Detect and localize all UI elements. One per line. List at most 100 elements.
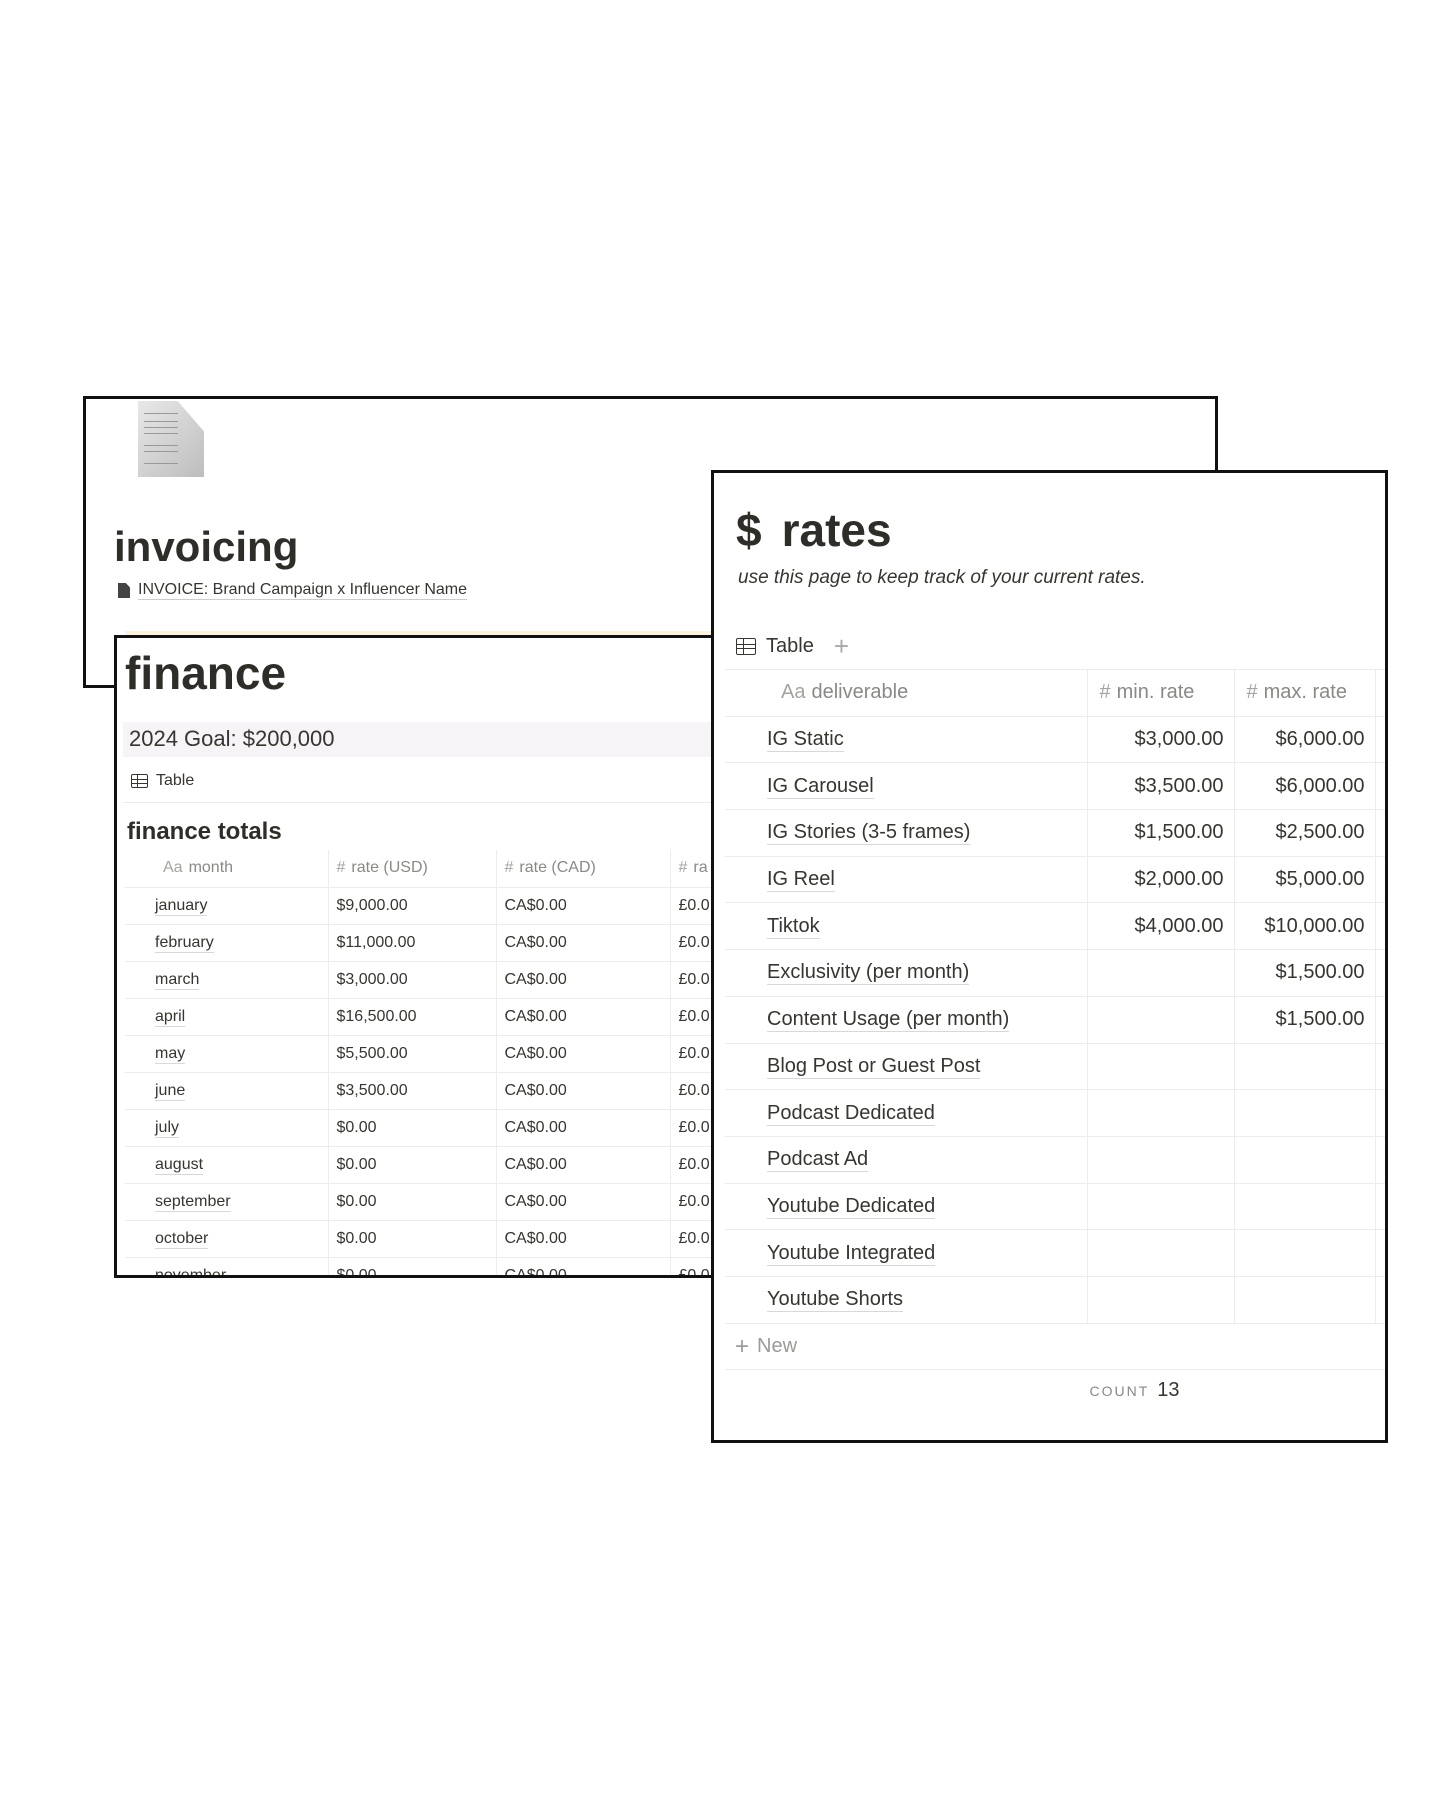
cad-cell[interactable]: CA$0.00 bbox=[495, 998, 670, 1036]
max-rate-cell[interactable]: $2,500.00 bbox=[1233, 809, 1375, 857]
column-header-month[interactable]: Aa month bbox=[125, 850, 328, 888]
usd-cell[interactable]: $16,500.00 bbox=[327, 998, 496, 1036]
month-cell[interactable]: september bbox=[125, 1183, 328, 1221]
usd-cell[interactable]: $11,000.00 bbox=[327, 924, 496, 962]
min-rate-cell[interactable] bbox=[1086, 1089, 1234, 1137]
usd-cell[interactable]: $0.00 bbox=[327, 1257, 496, 1275]
max-rate-cell[interactable] bbox=[1233, 1183, 1375, 1231]
cad-cell[interactable]: CA$0.00 bbox=[495, 1072, 670, 1110]
table-row[interactable]: january $9,000.00 CA$0.00 £0.0 bbox=[125, 887, 711, 925]
deliverable-cell[interactable]: Youtube Shorts bbox=[725, 1276, 1087, 1324]
cad-cell[interactable]: CA$0.00 bbox=[495, 1146, 670, 1184]
deliverable-cell[interactable]: Youtube Dedicated bbox=[725, 1183, 1087, 1231]
deliverable-cell[interactable]: Podcast Dedicated bbox=[725, 1089, 1087, 1137]
add-view-button[interactable]: + bbox=[834, 631, 849, 662]
month-cell[interactable]: april bbox=[125, 998, 328, 1036]
min-rate-cell[interactable] bbox=[1086, 1229, 1234, 1277]
gbp-cell[interactable]: £0.0 bbox=[669, 1109, 711, 1147]
usd-cell[interactable]: $0.00 bbox=[327, 1109, 496, 1147]
usd-cell[interactable]: $3,000.00 bbox=[327, 961, 496, 999]
table-row[interactable]: november $0.00 CA$0.00 £0.0 bbox=[125, 1257, 711, 1275]
table-row[interactable]: Content Usage (per month) $1,500.00 bbox=[725, 996, 1385, 1044]
column-header-max-rate[interactable]: # max. rate bbox=[1233, 669, 1375, 717]
usd-cell[interactable]: $9,000.00 bbox=[327, 887, 496, 925]
gbp-cell[interactable]: £0.0 bbox=[669, 887, 711, 925]
usd-cell[interactable]: $0.00 bbox=[327, 1146, 496, 1184]
count-footer[interactable]: COUNT 13 bbox=[714, 1379, 1385, 1402]
cad-cell[interactable]: CA$0.00 bbox=[495, 1035, 670, 1073]
table-row[interactable]: IG Static $3,000.00 $6,000.00 bbox=[725, 716, 1385, 764]
min-rate-cell[interactable]: $3,500.00 bbox=[1086, 762, 1234, 811]
min-rate-cell[interactable]: $2,000.00 bbox=[1086, 856, 1234, 904]
gbp-cell[interactable]: £0.0 bbox=[669, 1183, 711, 1221]
cad-cell[interactable]: CA$0.00 bbox=[495, 961, 670, 999]
deliverable-cell[interactable]: Blog Post or Guest Post bbox=[725, 1043, 1087, 1091]
deliverable-cell[interactable]: Exclusivity (per month) bbox=[725, 949, 1087, 997]
table-row[interactable]: Podcast Ad bbox=[725, 1136, 1385, 1184]
table-row[interactable]: IG Carousel $3,500.00 $6,000.00 bbox=[725, 762, 1385, 811]
min-rate-cell[interactable] bbox=[1086, 949, 1234, 997]
table-row[interactable]: march $3,000.00 CA$0.00 £0.0 bbox=[125, 961, 711, 999]
gbp-cell[interactable]: £0.0 bbox=[669, 1146, 711, 1184]
table-row[interactable]: Tiktok $4,000.00 $10,000.00 bbox=[725, 902, 1385, 951]
gbp-cell[interactable]: £0.0 bbox=[669, 1257, 711, 1275]
usd-cell[interactable]: $3,500.00 bbox=[327, 1072, 496, 1110]
min-rate-cell[interactable]: $3,000.00 bbox=[1086, 716, 1234, 764]
max-rate-cell[interactable] bbox=[1233, 1229, 1375, 1277]
min-rate-cell[interactable] bbox=[1086, 1136, 1234, 1184]
min-rate-cell[interactable]: $4,000.00 bbox=[1086, 902, 1234, 951]
deliverable-cell[interactable]: IG Stories (3-5 frames) bbox=[725, 809, 1087, 857]
month-cell[interactable]: february bbox=[125, 924, 328, 962]
table-row[interactable]: august $0.00 CA$0.00 £0.0 bbox=[125, 1146, 711, 1184]
cad-cell[interactable]: CA$0.00 bbox=[495, 1257, 670, 1275]
table-row[interactable]: Youtube Shorts bbox=[725, 1276, 1385, 1324]
min-rate-cell[interactable] bbox=[1086, 1183, 1234, 1231]
max-rate-cell[interactable]: $10,000.00 bbox=[1233, 902, 1375, 951]
table-row[interactable]: october $0.00 CA$0.00 £0.0 bbox=[125, 1220, 711, 1258]
cad-cell[interactable]: CA$0.00 bbox=[495, 1183, 670, 1221]
table-row[interactable]: IG Reel $2,000.00 $5,000.00 bbox=[725, 856, 1385, 904]
cad-cell[interactable]: CA$0.00 bbox=[495, 924, 670, 962]
usd-cell[interactable]: $0.00 bbox=[327, 1220, 496, 1258]
month-cell[interactable]: june bbox=[125, 1072, 328, 1110]
table-row[interactable]: may $5,500.00 CA$0.00 £0.0 bbox=[125, 1035, 711, 1073]
deliverable-cell[interactable]: IG Reel bbox=[725, 856, 1087, 904]
deliverable-cell[interactable]: Youtube Integrated bbox=[725, 1229, 1087, 1277]
deliverable-cell[interactable]: Content Usage (per month) bbox=[725, 996, 1087, 1044]
max-rate-cell[interactable] bbox=[1233, 1276, 1375, 1324]
max-rate-cell[interactable]: $5,000.00 bbox=[1233, 856, 1375, 904]
table-row[interactable]: Podcast Dedicated bbox=[725, 1089, 1385, 1137]
cad-cell[interactable]: CA$0.00 bbox=[495, 887, 670, 925]
column-header-gbp[interactable]: # ra bbox=[669, 850, 711, 888]
deliverable-cell[interactable]: IG Carousel bbox=[725, 762, 1087, 811]
month-cell[interactable]: august bbox=[125, 1146, 328, 1184]
gbp-cell[interactable]: £0.0 bbox=[669, 924, 711, 962]
min-rate-cell[interactable]: $1,500.00 bbox=[1086, 809, 1234, 857]
month-cell[interactable]: november bbox=[125, 1257, 328, 1275]
max-rate-cell[interactable]: $6,000.00 bbox=[1233, 762, 1375, 811]
deliverable-cell[interactable]: Tiktok bbox=[725, 902, 1087, 951]
deliverable-cell[interactable]: Podcast Ad bbox=[725, 1136, 1087, 1184]
month-cell[interactable]: october bbox=[125, 1220, 328, 1258]
tab-table[interactable]: Table + bbox=[736, 631, 849, 662]
min-rate-cell[interactable] bbox=[1086, 996, 1234, 1044]
table-row[interactable]: april $16,500.00 CA$0.00 £0.0 bbox=[125, 998, 711, 1036]
month-cell[interactable]: march bbox=[125, 961, 328, 999]
usd-cell[interactable]: $0.00 bbox=[327, 1183, 496, 1221]
max-rate-cell[interactable] bbox=[1233, 1043, 1375, 1091]
table-row[interactable]: june $3,500.00 CA$0.00 £0.0 bbox=[125, 1072, 711, 1110]
table-row[interactable]: Blog Post or Guest Post bbox=[725, 1043, 1385, 1091]
month-cell[interactable]: may bbox=[125, 1035, 328, 1073]
table-row[interactable]: Youtube Dedicated bbox=[725, 1183, 1385, 1231]
max-rate-cell[interactable]: $1,500.00 bbox=[1233, 949, 1375, 997]
gbp-cell[interactable]: £0.0 bbox=[669, 1035, 711, 1073]
deliverable-cell[interactable]: IG Static bbox=[725, 716, 1087, 764]
gbp-cell[interactable]: £0.0 bbox=[669, 1072, 711, 1110]
table-row[interactable]: Exclusivity (per month) $1,500.00 bbox=[725, 949, 1385, 997]
max-rate-cell[interactable] bbox=[1233, 1136, 1375, 1184]
gbp-cell[interactable]: £0.0 bbox=[669, 1220, 711, 1258]
cad-cell[interactable]: CA$0.00 bbox=[495, 1220, 670, 1258]
usd-cell[interactable]: $5,500.00 bbox=[327, 1035, 496, 1073]
table-row[interactable]: Youtube Integrated bbox=[725, 1229, 1385, 1277]
max-rate-cell[interactable]: $6,000.00 bbox=[1233, 716, 1375, 764]
